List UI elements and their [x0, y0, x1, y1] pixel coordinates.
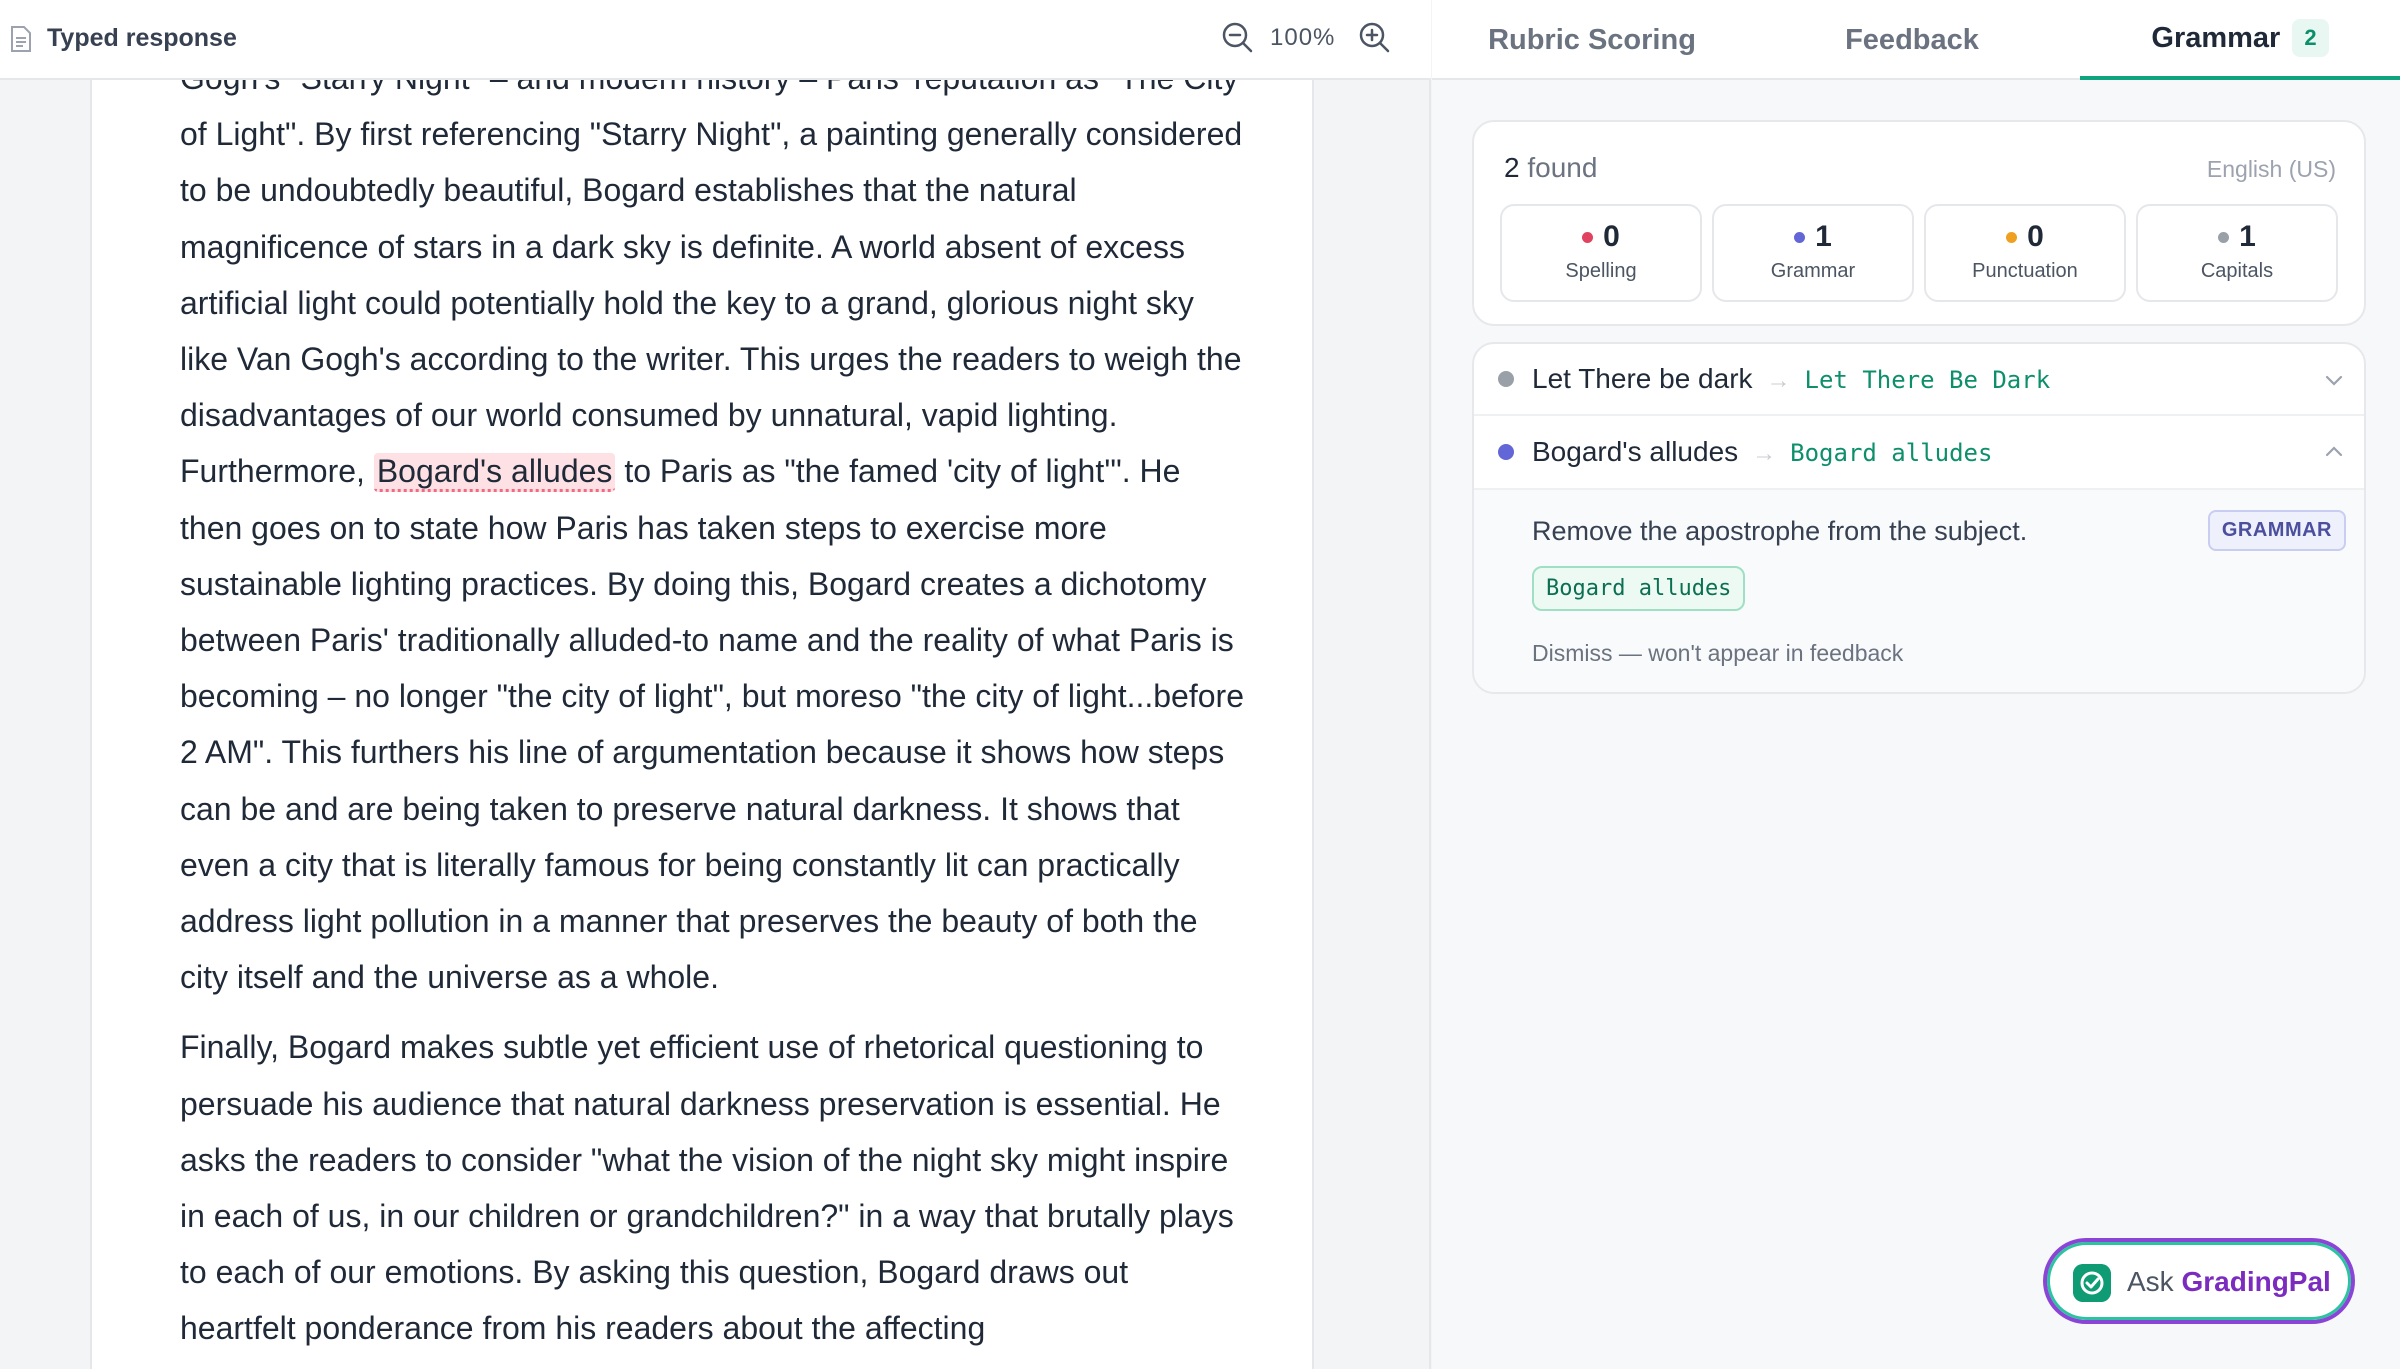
tab-label: Grammar [2151, 21, 2281, 54]
essay-viewer: Typed response 100% Gogh's "Starry Night… [0, 0, 1431, 1369]
grammar-issue-list: Let There be dark → Let There Be Dark Boga… [1472, 342, 2366, 694]
viewer-toolbar: Typed response 100% [0, 0, 1431, 80]
issue-text: Bogard's alludes → Bogard alludes [1532, 436, 1992, 468]
capitals-dot-icon [2218, 231, 2230, 243]
issue-explanation: Remove the apostrophe from the subject. [1532, 516, 2028, 546]
grammar-highlight[interactable]: Bogard's alludes [373, 453, 616, 493]
arrow-icon: → [1752, 440, 1777, 467]
issue-original: Bogard's alludes [1532, 436, 1739, 467]
ask-label: Ask GradingPal [2127, 1266, 2331, 1298]
found-count: 2 found [1504, 152, 1597, 184]
stat-label: Punctuation [1972, 260, 2078, 282]
punctuation-dot-icon [2006, 231, 2018, 243]
tab-feedback[interactable]: Feedback [1752, 0, 2072, 80]
stat-label: Spelling [1565, 260, 1637, 282]
essay-text-segment: Gogh's "Starry Night" – and modern histo… [180, 80, 1243, 490]
stat-value: 0 [2027, 220, 2044, 253]
ask-prefix: Ask [2127, 1266, 2174, 1297]
issue-type-badge: GRAMMAR [2207, 510, 2346, 551]
stat-label: Grammar [1770, 260, 1856, 282]
stat-label: Capitals [2200, 260, 2274, 282]
essay-text: Gogh's "Starry Night" – and modern histo… [180, 80, 1250, 1369]
issue-suggestion: Let There Be Dark [1804, 366, 2051, 394]
essay-text-segment: to Paris as "the famed 'city of light'".… [180, 453, 1244, 996]
document-icon [11, 26, 31, 52]
tab-label: Rubric Scoring [1488, 23, 1696, 56]
essay-paragraph: Gogh's "Starry Night" – and modern histo… [180, 80, 1250, 1005]
found-number: 2 [1504, 152, 1520, 183]
grammar-dot-icon [1794, 231, 1806, 243]
grammar-summary: 2 found English (US) 0 Spelling 1 Gramma… [1472, 120, 2366, 326]
tab-label: Feedback [1845, 23, 1979, 56]
panel-tabs: Rubric Scoring Feedback Grammar 2 [1432, 0, 2400, 80]
stat-value: 1 [2239, 220, 2256, 253]
stat-spelling[interactable]: 0 Spelling [1500, 204, 1702, 302]
arrow-icon: → [1766, 367, 1791, 394]
gradingpal-logo-icon [2073, 1264, 2111, 1302]
stat-value: 0 [1603, 220, 1620, 253]
issue-row[interactable]: Let There be dark → Let There Be Dark [1474, 344, 2364, 416]
language-label: English (US) [2206, 156, 2336, 182]
apply-suggestion-chip[interactable]: Bogard alludes [1532, 566, 1746, 611]
chevron-up-icon[interactable] [2322, 440, 2346, 464]
brand-name: GradingPal [2181, 1266, 2331, 1297]
found-label: found [1527, 152, 1598, 183]
stat-grammar[interactable]: 1 Grammar [1712, 204, 1914, 302]
grading-panel: Rubric Scoring Feedback Grammar 2 2 found… [1432, 0, 2400, 1369]
grammar-count-badge: 2 [2292, 19, 2329, 57]
stat-value: 1 [1815, 220, 1832, 253]
stat-capitals[interactable]: 1 Capitals [2136, 204, 2338, 302]
zoom-level: 100% [1270, 24, 1336, 51]
zoom-out-icon[interactable] [1220, 20, 1254, 54]
issue-detail: Remove the apostrophe from the subject. … [1474, 488, 2364, 692]
dismiss-link[interactable]: Dismiss — won't appear in feedback [1532, 640, 1903, 667]
issue-original: Let There be dark [1532, 363, 1753, 394]
essay-page: Gogh's "Starry Night" – and modern histo… [90, 80, 1314, 1369]
issue-text: Let There be dark → Let There Be Dark [1532, 363, 2050, 395]
stat-punctuation[interactable]: 0 Punctuation [1924, 204, 2126, 302]
tab-rubric-scoring[interactable]: Rubric Scoring [1432, 0, 1752, 80]
spelling-dot-icon [1582, 231, 1594, 243]
chevron-down-icon[interactable] [2322, 368, 2346, 392]
issue-status-dot-icon [1498, 444, 1514, 460]
tab-grammar[interactable]: Grammar 2 [2080, 0, 2400, 80]
zoom-in-icon[interactable] [1357, 20, 1391, 54]
ask-gradingpal-button[interactable]: Ask GradingPal [2043, 1238, 2355, 1324]
viewer-title: Typed response [47, 24, 237, 52]
issue-suggestion: Bogard alludes [1790, 439, 1993, 467]
issue-row[interactable]: Bogard's alludes → Bogard alludes [1474, 416, 2364, 488]
essay-paragraph: Finally, Bogard makes subtle yet efficie… [180, 1029, 1234, 1347]
issue-status-dot-icon [1498, 371, 1514, 387]
